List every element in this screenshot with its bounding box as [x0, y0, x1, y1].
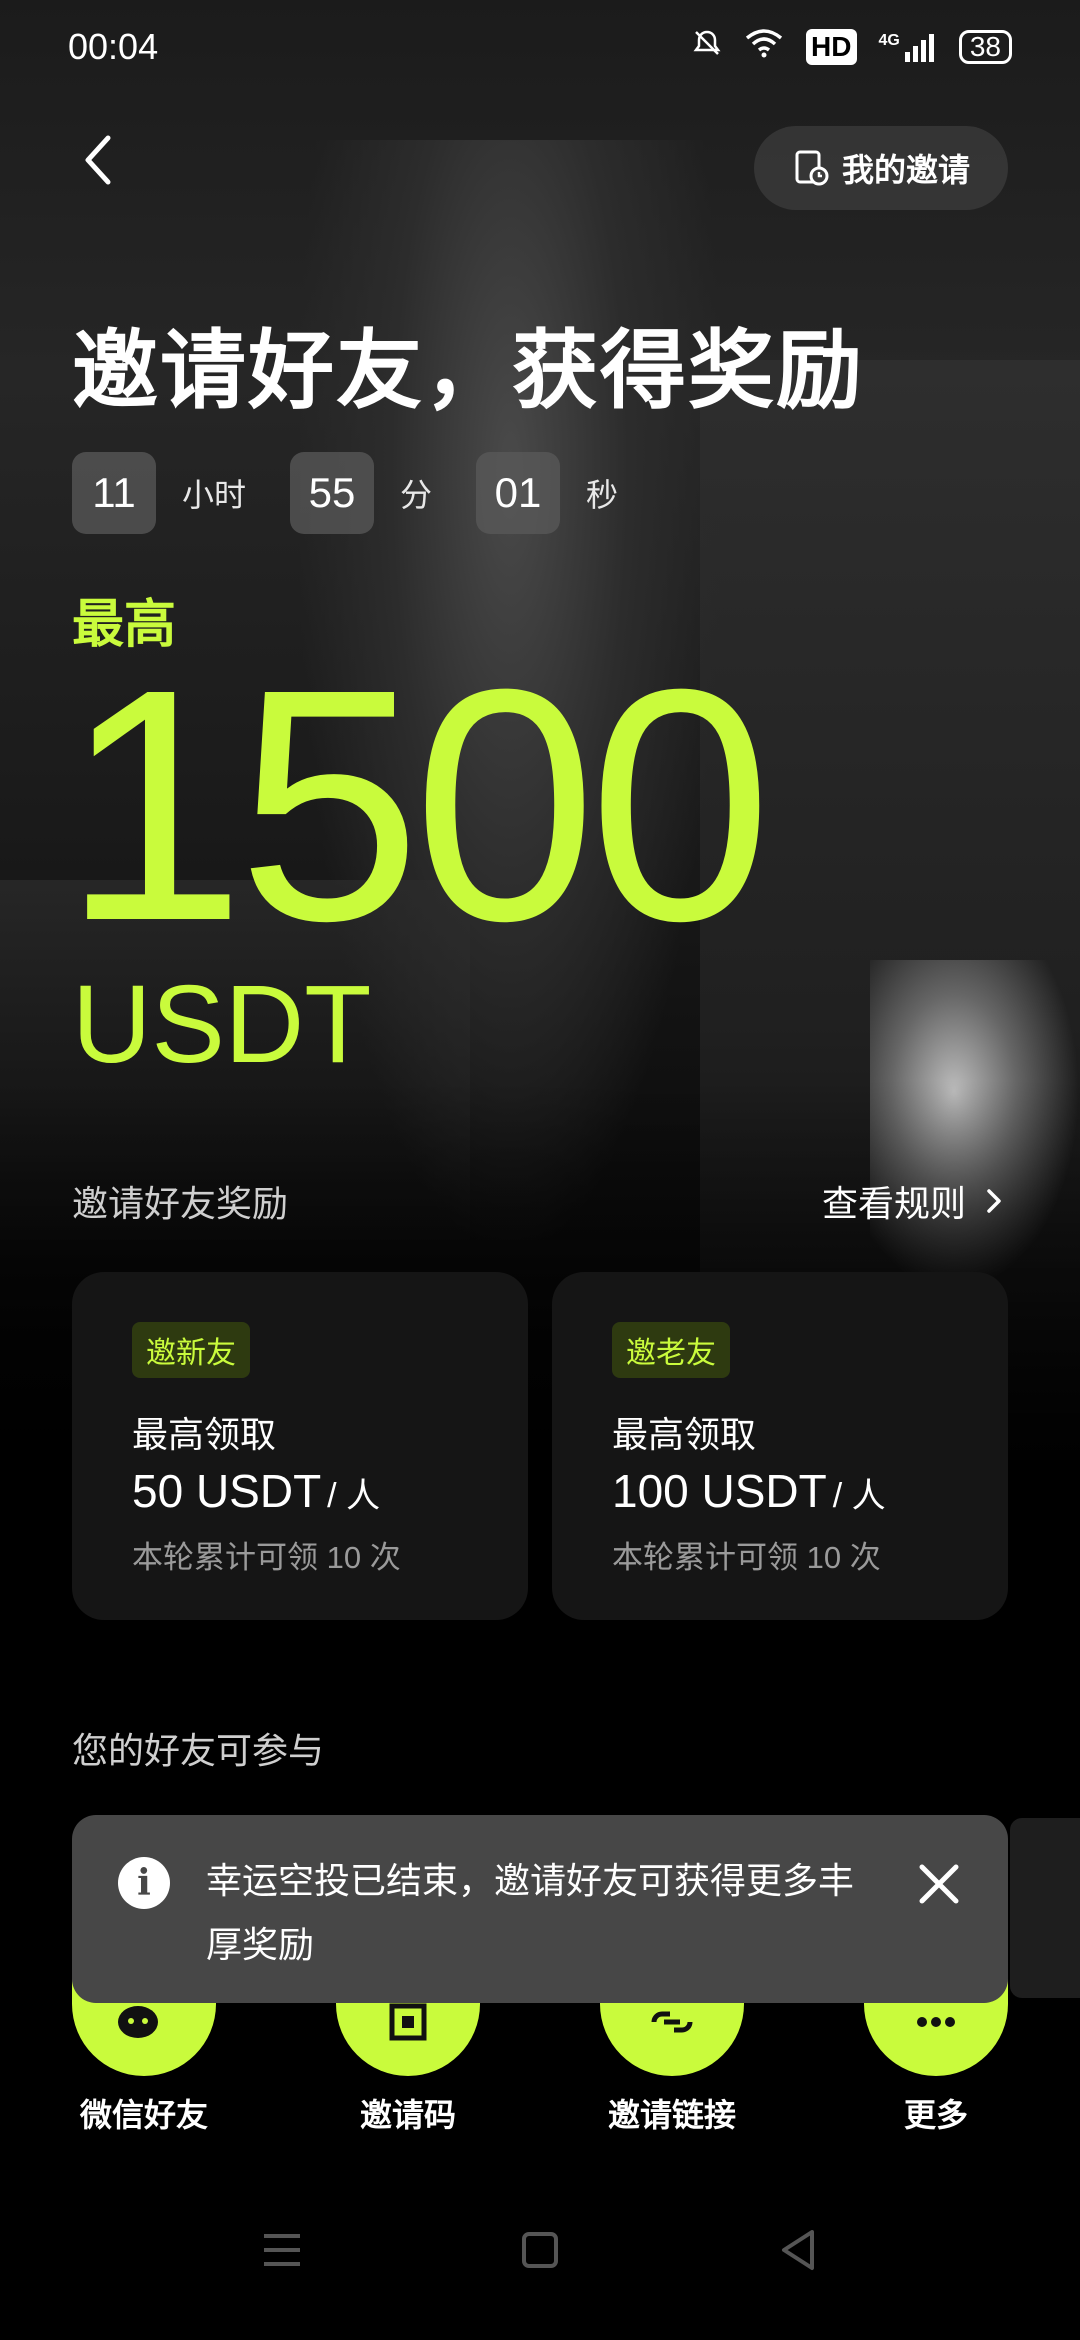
max-reward-amount: 1500 [62, 620, 772, 989]
toast-notification: i 幸运空投已结束，邀请好友可获得更多丰厚奖励 [72, 1815, 1008, 2003]
reward-amount: 50 USDT [132, 1465, 322, 1517]
mute-icon [692, 28, 722, 65]
page-title: 邀请好友，获得奖励 [72, 323, 864, 419]
view-rules-link[interactable]: 查看规则 [822, 1175, 1008, 1227]
status-time: 00:04 [68, 26, 159, 67]
countdown-hours: 11 [72, 452, 156, 534]
countdown-minutes: 55 [290, 452, 375, 534]
reward-amount-row: 100 USDT / 人 [612, 1464, 1008, 1518]
reward-card-old-friend[interactable]: 邀老友 最高领取 100 USDT / 人 本轮累计可领 10 次 [552, 1272, 1008, 1620]
reward-per: / 人 [327, 1477, 381, 1515]
view-rules-label: 查看规则 [821, 1183, 966, 1224]
reward-card-new-friend[interactable]: 邀新友 最高领取 50 USDT / 人 本轮累计可领 10 次 [72, 1272, 528, 1620]
countdown-timer: 11 小时 55 分 01 秒 [72, 452, 662, 534]
friends-section-title: 您的好友可参与 [72, 1730, 325, 1771]
nav-back-button[interactable] [768, 2220, 828, 2280]
status-icons: HD 4G 38 [692, 28, 1012, 65]
toast-close-button[interactable] [914, 1859, 964, 1909]
share-label: 更多 [903, 2097, 968, 2133]
chevron-left-icon [85, 135, 111, 185]
friends-card-peek [1010, 1818, 1080, 1998]
reward-currency: USDT [72, 963, 372, 1086]
more-icon [917, 2017, 955, 2027]
close-icon [919, 1864, 959, 1904]
countdown-seconds-unit: 秒 [586, 477, 619, 513]
countdown-hours-unit: 小时 [182, 477, 247, 513]
share-label: 邀请码 [359, 2097, 456, 2133]
reward-note: 本轮累计可领 10 次 [612, 1540, 881, 1575]
reward-caption: 最高领取 [132, 1414, 277, 1455]
reward-amount-row: 50 USDT / 人 [132, 1464, 528, 1518]
toast-message: 幸运空投已结束，邀请好友可获得更多丰厚奖励 [206, 1860, 855, 1965]
reward-cards: 邀新友 最高领取 50 USDT / 人 本轮累计可领 10 次 邀老友 最高领取… [72, 1272, 1008, 1620]
qrcode-icon [389, 2003, 427, 2041]
my-invites-label: 我的邀请 [841, 152, 970, 188]
countdown-seconds: 01 [476, 452, 561, 534]
back-triangle-icon [782, 2230, 814, 2270]
rewards-header: 邀请好友奖励 查看规则 [72, 1175, 1008, 1227]
reward-tag: 邀新友 [132, 1322, 250, 1378]
system-navigation-bar [0, 2220, 1080, 2340]
share-label: 邀请链接 [607, 2097, 736, 2133]
countdown-minutes-unit: 分 [400, 477, 433, 513]
chevron-right-icon [987, 1189, 1001, 1213]
nav-home-button[interactable] [510, 2220, 570, 2280]
wechat-icon [118, 2006, 158, 2038]
back-button[interactable] [70, 130, 130, 190]
invite-record-icon [795, 150, 829, 186]
reward-tag: 邀老友 [612, 1322, 730, 1378]
wifi-icon [744, 28, 784, 65]
reward-note: 本轮累计可领 10 次 [132, 1540, 401, 1575]
reward-caption: 最高领取 [612, 1414, 757, 1455]
my-invites-button[interactable]: 我的邀请 [754, 126, 1008, 210]
share-label: 微信好友 [79, 2097, 208, 2133]
rewards-section-title: 邀请好友奖励 [72, 1183, 289, 1224]
status-bar: 00:04 HD 4G 38 [0, 0, 1080, 96]
signal-icon: 4G [879, 32, 937, 62]
nav-menu-button[interactable] [252, 2220, 312, 2280]
reward-amount: 100 USDT [612, 1465, 827, 1517]
home-square-icon [522, 2232, 558, 2268]
hd-badge: HD [806, 28, 857, 65]
battery-indicator: 38 [958, 29, 1012, 64]
link-icon [651, 2011, 693, 2033]
reward-per: / 人 [832, 1477, 886, 1515]
menu-icon [264, 2234, 300, 2266]
info-icon: i [118, 1857, 170, 1909]
